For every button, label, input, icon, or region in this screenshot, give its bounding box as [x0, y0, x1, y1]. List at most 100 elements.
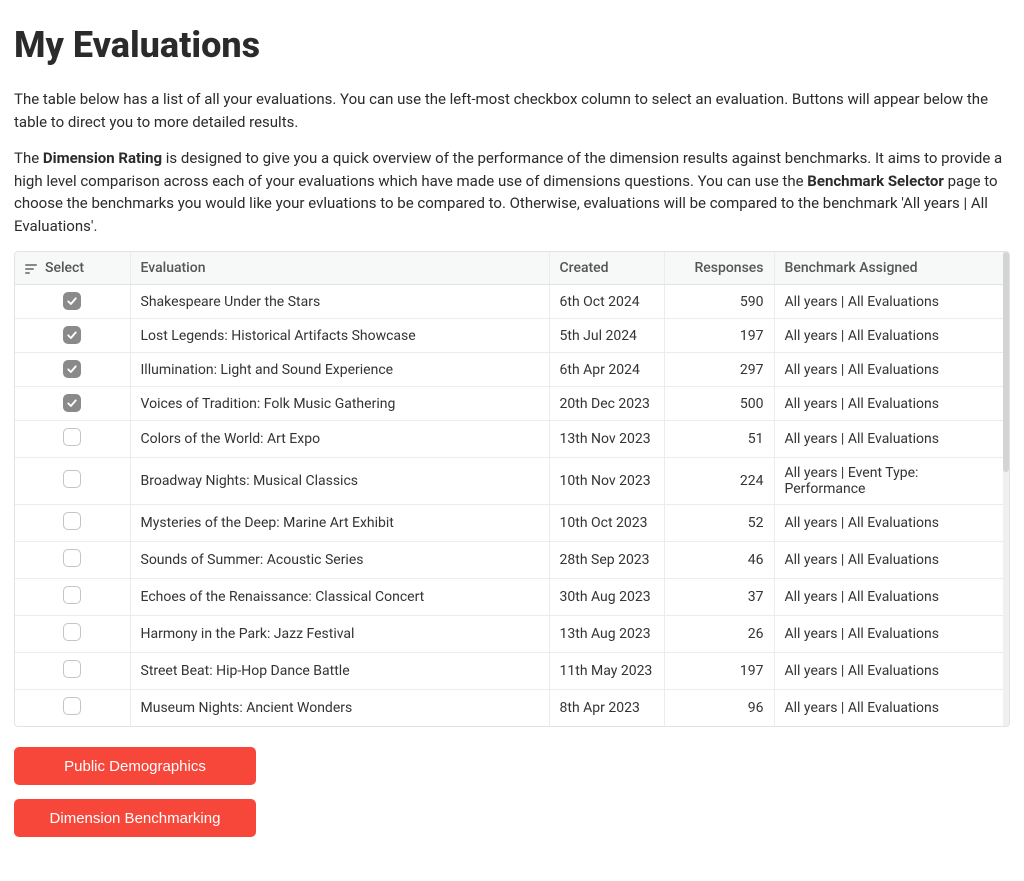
row-evaluation: Broadway Nights: Musical Classics: [130, 458, 549, 505]
row-benchmark: All years | All Evaluations: [774, 505, 1009, 542]
col-header-responses[interactable]: Responses: [664, 252, 774, 285]
row-benchmark: All years | All Evaluations: [774, 616, 1009, 653]
intro-paragraph-1: The table below has a list of all your e…: [14, 88, 1010, 133]
row-checkbox[interactable]: [63, 697, 81, 715]
row-evaluation: Mysteries of the Deep: Marine Art Exhibi…: [130, 505, 549, 542]
row-benchmark: All years | All Evaluations: [774, 542, 1009, 579]
action-buttons: Public Demographics Dimension Benchmarki…: [14, 747, 1010, 837]
row-created: 6th Oct 2024: [549, 285, 664, 319]
row-responses: 500: [664, 387, 774, 421]
row-checkbox[interactable]: [63, 549, 81, 567]
row-evaluation: Voices of Tradition: Folk Music Gatherin…: [130, 387, 549, 421]
table-row: Harmony in the Park: Jazz Festival13th A…: [15, 616, 1009, 653]
row-responses: 52: [664, 505, 774, 542]
row-evaluation: Illumination: Light and Sound Experience: [130, 353, 549, 387]
row-benchmark: All years | Event Type: Performance: [774, 458, 1009, 505]
row-select-cell: [15, 319, 130, 353]
row-benchmark: All years | All Evaluations: [774, 387, 1009, 421]
row-checkbox[interactable]: [63, 623, 81, 641]
row-created: 10th Oct 2023: [549, 505, 664, 542]
table-row: Street Beat: Hip-Hop Dance Battle11th Ma…: [15, 653, 1009, 690]
col-header-evaluation[interactable]: Evaluation: [130, 252, 549, 285]
row-benchmark: All years | All Evaluations: [774, 579, 1009, 616]
row-benchmark: All years | All Evaluations: [774, 319, 1009, 353]
intro2-lead: The: [14, 149, 43, 167]
table-row: Lost Legends: Historical Artifacts Showc…: [15, 319, 1009, 353]
row-select-cell: [15, 579, 130, 616]
table-row: Shakespeare Under the Stars6th Oct 20245…: [15, 285, 1009, 319]
row-select-cell: [15, 653, 130, 690]
row-evaluation: Lost Legends: Historical Artifacts Showc…: [130, 319, 549, 353]
dimension-benchmarking-button[interactable]: Dimension Benchmarking: [14, 799, 256, 837]
intro2-bold-benchmark-selector: Benchmark Selector: [807, 172, 944, 190]
row-created: 11th May 2023: [549, 653, 664, 690]
col-header-select[interactable]: Select: [15, 252, 130, 285]
row-benchmark: All years | All Evaluations: [774, 690, 1009, 727]
row-checkbox[interactable]: [63, 512, 81, 530]
public-demographics-button[interactable]: Public Demographics: [14, 747, 256, 785]
row-benchmark: All years | All Evaluations: [774, 353, 1009, 387]
row-responses: 26: [664, 616, 774, 653]
row-select-cell: [15, 616, 130, 653]
row-select-cell: [15, 353, 130, 387]
row-responses: 96: [664, 690, 774, 727]
row-select-cell: [15, 690, 130, 727]
col-header-benchmark[interactable]: Benchmark Assigned: [774, 252, 1009, 285]
row-responses: 590: [664, 285, 774, 319]
row-evaluation: Harmony in the Park: Jazz Festival: [130, 616, 549, 653]
page-title: My Evaluations: [14, 24, 1010, 66]
row-checkbox[interactable]: [63, 470, 81, 488]
row-responses: 197: [664, 319, 774, 353]
table-row: Sounds of Summer: Acoustic Series28th Se…: [15, 542, 1009, 579]
scrollbar-thumb[interactable]: [1003, 252, 1009, 472]
row-benchmark: All years | All Evaluations: [774, 653, 1009, 690]
row-created: 8th Apr 2023: [549, 690, 664, 727]
row-evaluation: Street Beat: Hip-Hop Dance Battle: [130, 653, 549, 690]
row-responses: 197: [664, 653, 774, 690]
row-select-cell: [15, 542, 130, 579]
row-checkbox[interactable]: [63, 660, 81, 678]
row-created: 28th Sep 2023: [549, 542, 664, 579]
table-row: Illumination: Light and Sound Experience…: [15, 353, 1009, 387]
row-created: 30th Aug 2023: [549, 579, 664, 616]
row-benchmark: All years | All Evaluations: [774, 285, 1009, 319]
row-select-cell: [15, 421, 130, 458]
row-select-cell: [15, 458, 130, 505]
intro-paragraph-2: The Dimension Rating is designed to give…: [14, 147, 1010, 237]
table-row: Colors of the World: Art Expo13th Nov 20…: [15, 421, 1009, 458]
evaluations-table: Select Evaluation Created Responses Benc…: [15, 252, 1009, 726]
row-created: 13th Aug 2023: [549, 616, 664, 653]
col-header-created[interactable]: Created: [549, 252, 664, 285]
table-row: Voices of Tradition: Folk Music Gatherin…: [15, 387, 1009, 421]
table-row: Broadway Nights: Musical Classics10th No…: [15, 458, 1009, 505]
row-checkbox[interactable]: [63, 326, 81, 344]
table-row: Mysteries of the Deep: Marine Art Exhibi…: [15, 505, 1009, 542]
row-created: 5th Jul 2024: [549, 319, 664, 353]
row-checkbox[interactable]: [63, 586, 81, 604]
row-benchmark: All years | All Evaluations: [774, 421, 1009, 458]
filter-icon[interactable]: [25, 262, 39, 274]
row-evaluation: Echoes of the Renaissance: Classical Con…: [130, 579, 549, 616]
row-created: 10th Nov 2023: [549, 458, 664, 505]
row-evaluation: Museum Nights: Ancient Wonders: [130, 690, 549, 727]
row-checkbox[interactable]: [63, 292, 81, 310]
row-created: 13th Nov 2023: [549, 421, 664, 458]
row-responses: 37: [664, 579, 774, 616]
intro2-bold-dimension-rating: Dimension Rating: [43, 149, 162, 167]
row-checkbox[interactable]: [63, 428, 81, 446]
row-responses: 51: [664, 421, 774, 458]
row-responses: 224: [664, 458, 774, 505]
evaluations-table-wrapper: Select Evaluation Created Responses Benc…: [14, 251, 1010, 727]
row-select-cell: [15, 387, 130, 421]
row-evaluation: Sounds of Summer: Acoustic Series: [130, 542, 549, 579]
table-row: Museum Nights: Ancient Wonders8th Apr 20…: [15, 690, 1009, 727]
row-checkbox[interactable]: [63, 360, 81, 378]
row-created: 20th Dec 2023: [549, 387, 664, 421]
row-checkbox[interactable]: [63, 394, 81, 412]
row-responses: 46: [664, 542, 774, 579]
row-responses: 297: [664, 353, 774, 387]
col-header-select-label: Select: [45, 260, 84, 276]
row-created: 6th Apr 2024: [549, 353, 664, 387]
row-evaluation: Colors of the World: Art Expo: [130, 421, 549, 458]
row-select-cell: [15, 505, 130, 542]
